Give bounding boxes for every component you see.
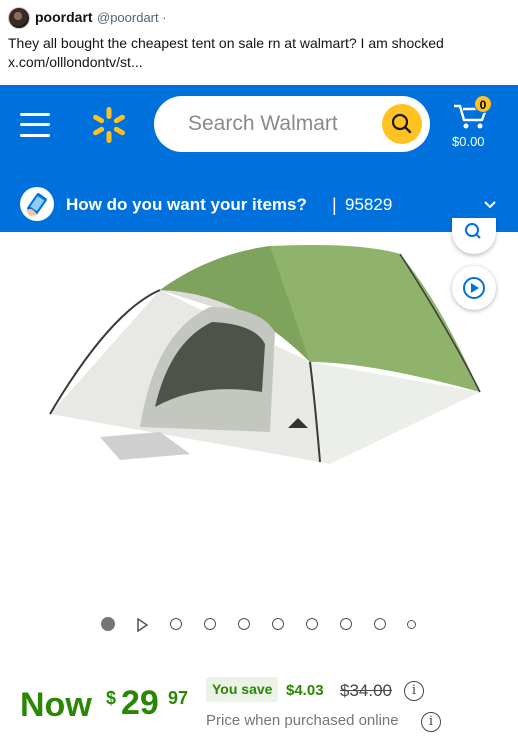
- carousel-dot[interactable]: [340, 618, 352, 630]
- price-cents: 97: [168, 688, 189, 708]
- tweet-text-line: They all bought the cheapest tent on sal…: [8, 35, 444, 51]
- you-save-badge: You save: [206, 677, 279, 702]
- zoom-button[interactable]: [452, 218, 496, 254]
- cart-total: $0.00: [452, 134, 485, 149]
- product-image[interactable]: [40, 232, 500, 480]
- search-icon: [391, 113, 412, 134]
- search-placeholder: Search Walmart: [188, 112, 338, 135]
- carousel-dot[interactable]: [204, 618, 216, 630]
- carousel-dot[interactable]: [238, 618, 250, 630]
- hamburger-icon[interactable]: [20, 112, 50, 138]
- carousel-dot[interactable]: [407, 620, 416, 629]
- price-dollars: 29: [121, 684, 159, 722]
- chevron-down-icon[interactable]: [483, 198, 497, 212]
- save-amount: $4.03: [286, 682, 324, 699]
- cart-count-badge: 0: [474, 95, 492, 113]
- online-price-note: Price when purchased online: [206, 712, 399, 729]
- avatar[interactable]: [8, 7, 30, 29]
- info-icon[interactable]: i: [421, 712, 441, 732]
- carousel-dot[interactable]: [272, 618, 284, 630]
- delivery-prompt[interactable]: How do you want your items?: [66, 195, 307, 215]
- tweet-text: They all bought the cheapest tent on sal…: [8, 34, 508, 72]
- video-button[interactable]: [452, 266, 496, 310]
- tweet-link[interactable]: x.com/olllondontv/st...: [8, 53, 508, 72]
- play-icon: [463, 277, 485, 299]
- carousel-dot[interactable]: [101, 617, 115, 631]
- price-currency: $: [106, 688, 117, 708]
- delivery-zip[interactable]: 95829: [345, 195, 392, 215]
- author-handle[interactable]: @poordart ·: [97, 10, 167, 25]
- delivery-separator: |: [332, 195, 337, 215]
- search-input[interactable]: Search Walmart: [154, 96, 430, 152]
- now-label: Now: [20, 686, 92, 724]
- carousel-video-icon[interactable]: [135, 618, 149, 632]
- zoom-icon: [465, 223, 481, 239]
- carousel-dot[interactable]: [306, 618, 318, 630]
- was-price: $34.00: [340, 681, 392, 700]
- author-name[interactable]: poordart: [35, 9, 93, 25]
- delivery-phone-icon: [20, 187, 54, 221]
- carousel-dot[interactable]: [374, 618, 386, 630]
- tweet-header: poordart @poordart · They all bought the…: [0, 0, 518, 84]
- carousel-dot[interactable]: [170, 618, 182, 630]
- search-button[interactable]: [382, 104, 422, 144]
- image-carousel-indicator: [0, 615, 518, 635]
- walmart-spark-icon[interactable]: [89, 105, 129, 145]
- info-icon[interactable]: i: [404, 681, 424, 701]
